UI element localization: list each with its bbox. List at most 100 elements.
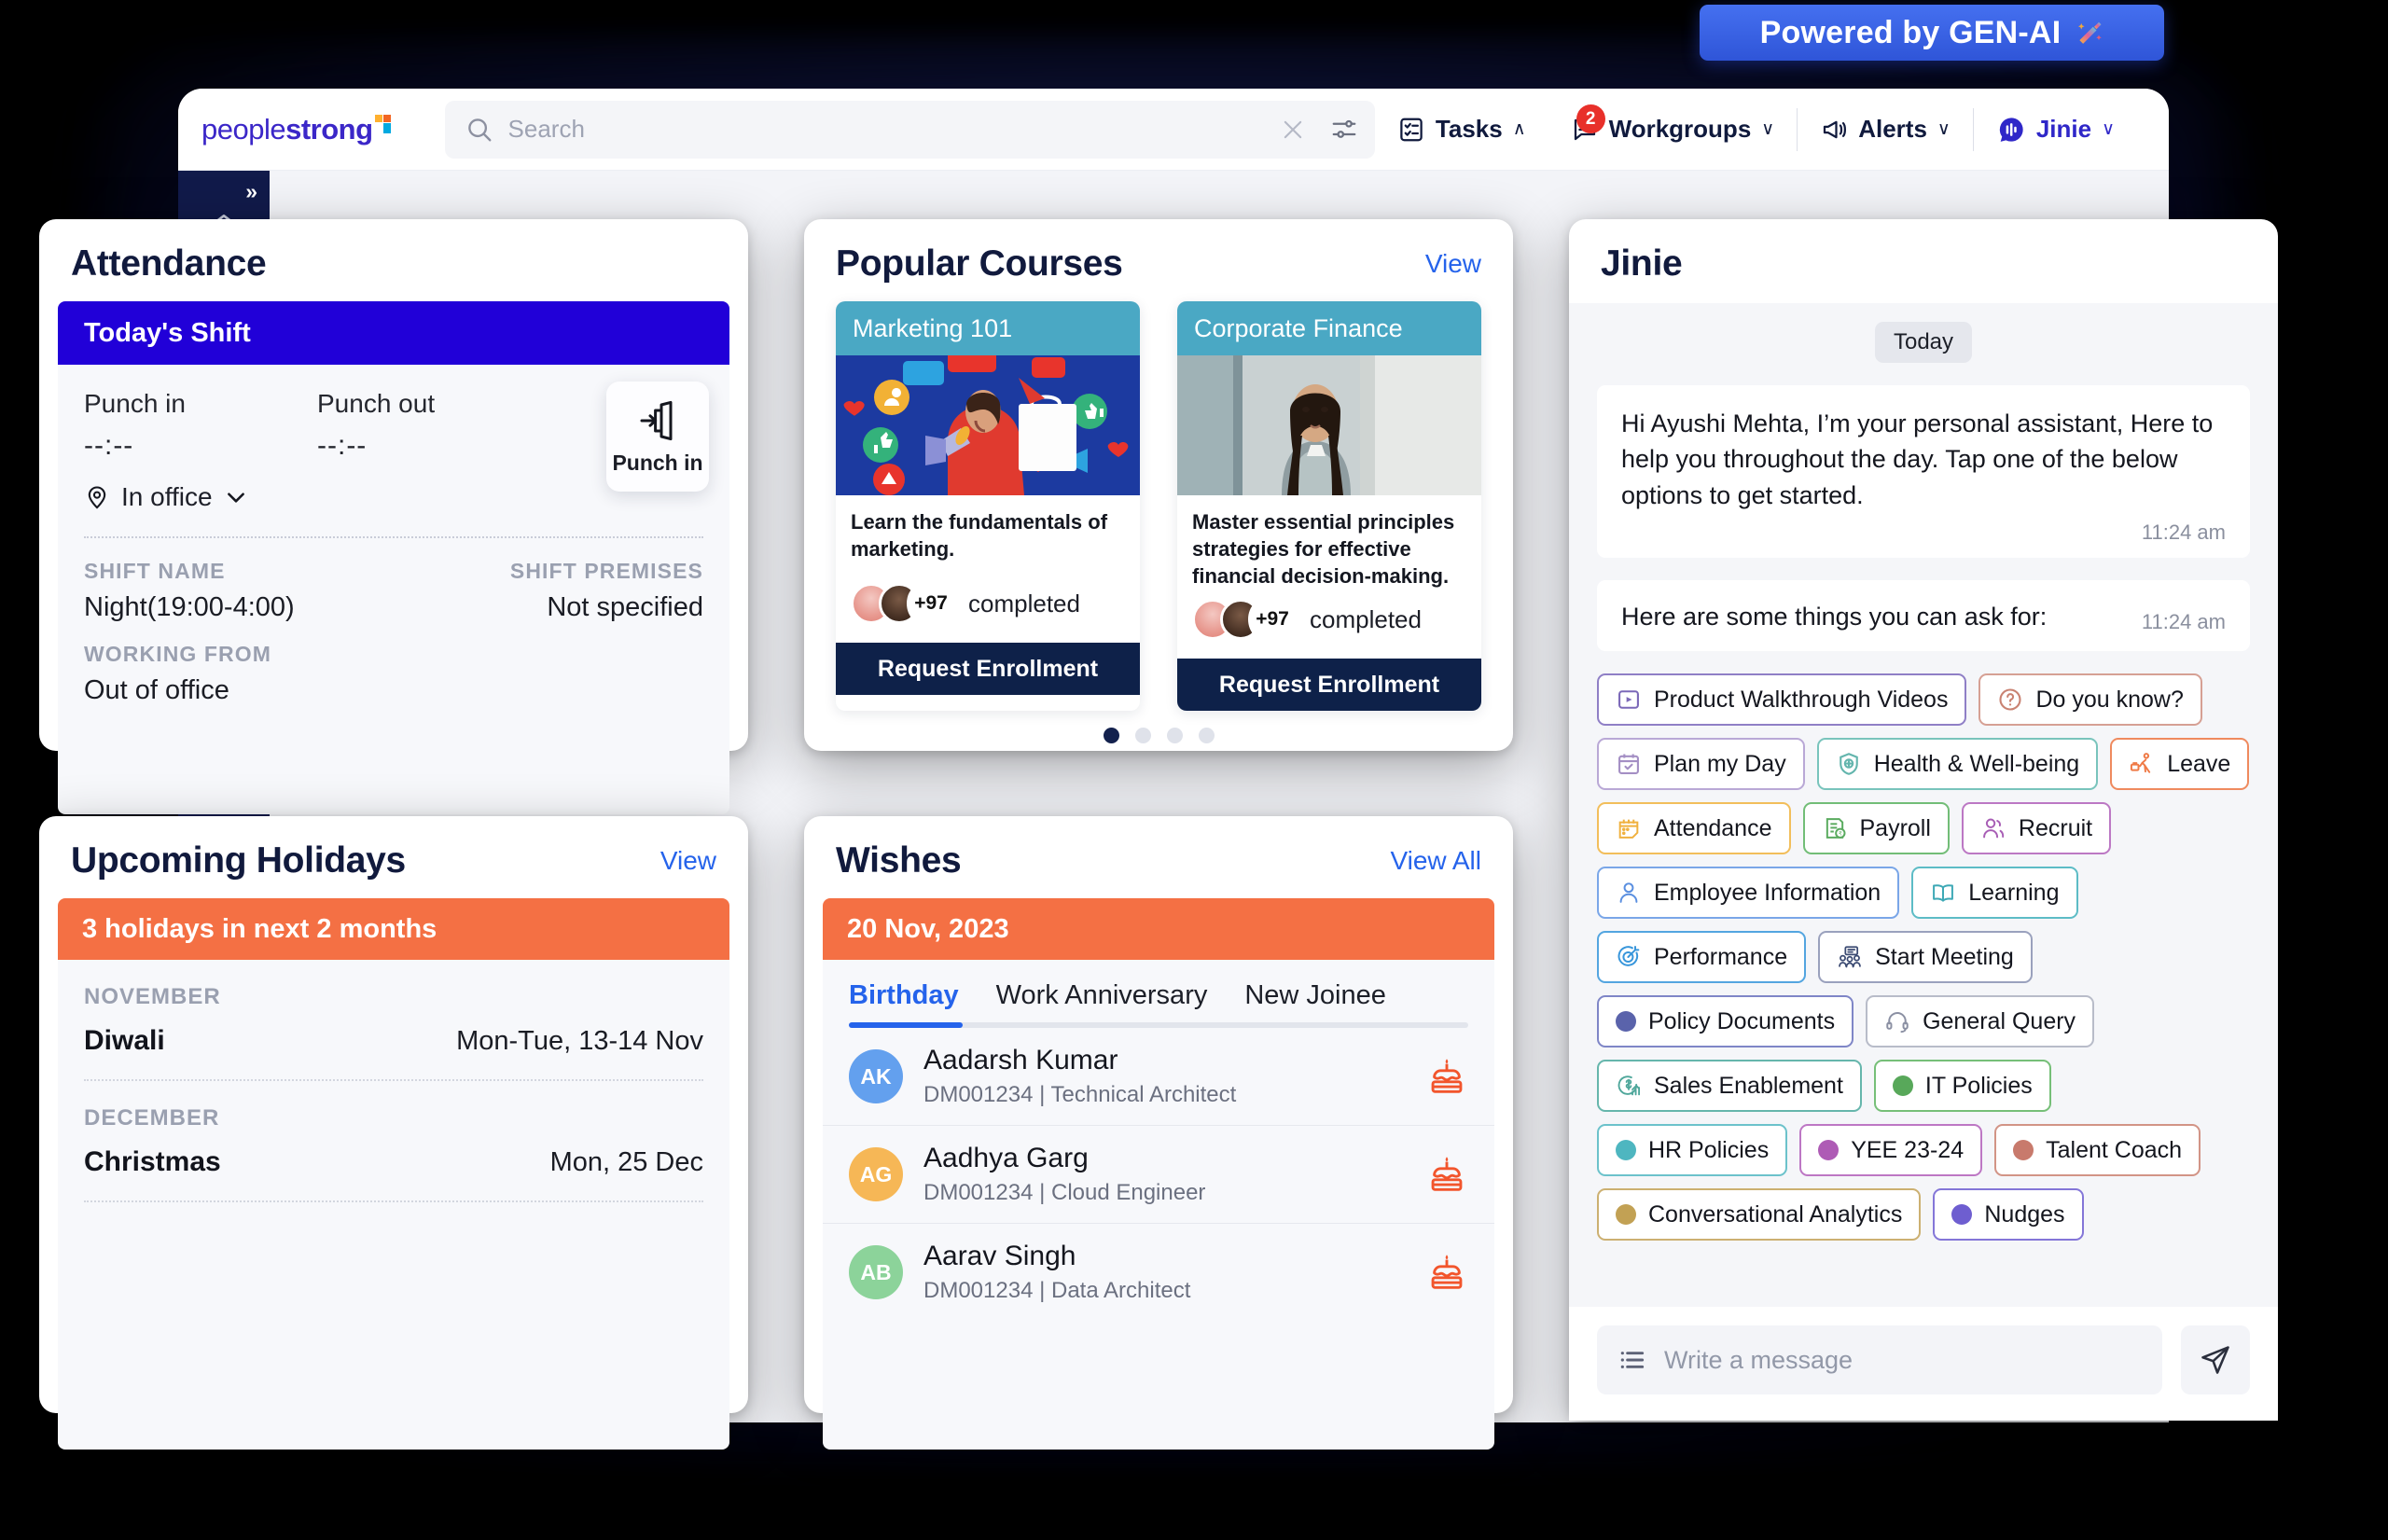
send-button[interactable]	[2181, 1325, 2250, 1394]
jinie-composer	[1569, 1307, 2278, 1421]
list-item[interactable]: AG Aadhya Garg DM001234 | Cloud Engineer	[823, 1126, 1494, 1224]
message-input-wrapper[interactable]	[1597, 1325, 2162, 1394]
workgroups-badge: 2	[1576, 104, 1605, 133]
nav-label-jinie: Jinie	[2035, 115, 2092, 143]
magic-wand-icon	[2076, 19, 2103, 47]
attendance-card-header: Attendance	[39, 219, 748, 301]
wishes-card-header: Wishes View All	[804, 816, 1513, 898]
chip-general-query[interactable]: General Query	[1866, 995, 2095, 1048]
chip-leave[interactable]: Leave	[2110, 738, 2250, 791]
shift-meta-row-1: SHIFT NAME Night(19:00-4:00) SHIFT PREMI…	[58, 538, 729, 623]
chip-payroll[interactable]: ₹ Payroll	[1802, 802, 1950, 855]
chip-hr-policies[interactable]: HR Policies	[1597, 1124, 1788, 1177]
carousel-dot[interactable]	[1166, 728, 1183, 744]
birthday-cake-icon[interactable]	[1425, 1251, 1468, 1294]
nav-item-workgroups[interactable]: 2 Workgroups ∨	[1548, 104, 1798, 144]
chip-label: Leave	[2167, 750, 2231, 777]
expand-sidebar-icon[interactable]: »	[245, 179, 257, 204]
course-name: Corporate Finance	[1194, 313, 1403, 342]
search-bar[interactable]	[444, 100, 1375, 159]
message-input[interactable]	[1664, 1345, 2142, 1375]
chip-recruit[interactable]: Recruit	[1961, 802, 2112, 855]
chip-sales-enablement[interactable]: Sales Enablement	[1597, 1060, 1862, 1113]
chat-message: Here are some things you can ask for: 11…	[1597, 579, 2250, 652]
chip-performance[interactable]: Performance	[1597, 931, 1807, 984]
people-plus-icon	[1980, 815, 2006, 841]
course-card[interactable]: Marketing 101 Learn the fundamentals of …	[836, 301, 1140, 712]
search-icon	[465, 116, 493, 144]
nav-item-jinie[interactable]: Jinie ∨	[1974, 115, 2137, 145]
clear-icon[interactable]	[1280, 117, 1306, 143]
avatar-stack: +97	[1192, 595, 1297, 645]
list-icon[interactable]	[1617, 1345, 1647, 1375]
request-enrollment-button[interactable]: Request Enrollment	[1177, 659, 1481, 712]
person-icon	[1616, 880, 1642, 906]
courses-view-link[interactable]: View	[1425, 249, 1481, 279]
wishes-view-all-link[interactable]: View All	[1390, 846, 1481, 876]
chevron-down-icon[interactable]	[224, 485, 248, 509]
avatar: AK	[849, 1049, 903, 1103]
holiday-date: Mon-Tue, 13-14 Nov	[456, 1025, 703, 1056]
punch-out-column: Punch out --:--	[317, 389, 550, 462]
chip-employee-information[interactable]: Employee Information	[1597, 867, 1900, 920]
tab-indicator	[849, 1022, 963, 1028]
carousel-dot[interactable]	[1103, 728, 1119, 744]
birthday-cake-icon[interactable]	[1425, 1153, 1468, 1196]
request-enrollment-button[interactable]: Request Enrollment	[836, 643, 1140, 695]
course-description: Master essential principles strategies f…	[1192, 510, 1455, 589]
list-item[interactable]: AK Aadarsh Kumar DM001234 | Technical Ar…	[823, 1028, 1494, 1126]
chip-yee-23-24[interactable]: YEE 23-24	[1799, 1124, 1983, 1177]
chip-label: Policy Documents	[1648, 1007, 1836, 1034]
chip-talent-coach[interactable]: Talent Coach	[1994, 1124, 2201, 1177]
chip-it-policies[interactable]: IT Policies	[1873, 1060, 2051, 1113]
tab-birthday[interactable]: Birthday	[849, 980, 959, 1022]
question-circle-icon	[1997, 687, 2023, 713]
working-from-value: Out of office	[84, 675, 229, 705]
tab-new-joinee[interactable]: New Joinee	[1244, 980, 1386, 1022]
course-description: Learn the fundamentals of marketing.	[851, 510, 1108, 562]
holidays-list: NOVEMBER Diwali Mon-Tue, 13-14 Nov DECEM…	[58, 960, 729, 1450]
nav-item-tasks[interactable]: Tasks ∧	[1375, 115, 1548, 144]
chip-nudges[interactable]: Nudges	[1933, 1188, 2084, 1242]
tab-work-anniversary[interactable]: Work Anniversary	[996, 980, 1208, 1022]
chip-attendance[interactable]: Attendance	[1597, 802, 1791, 855]
powered-by-label: Powered by GEN-AI	[1759, 14, 2062, 50]
chip-product-walkthrough-videos[interactable]: Product Walkthrough Videos	[1597, 673, 1967, 727]
chip-policy-documents[interactable]: Policy Documents	[1597, 995, 1854, 1048]
list-item[interactable]: AB Aarav Singh DM001234 | Data Architect	[823, 1224, 1494, 1321]
chip-plan-my-day[interactable]: Plan my Day	[1597, 738, 1805, 791]
open-book-icon	[1930, 880, 1956, 906]
location-pin-icon	[84, 484, 110, 510]
carousel-dots[interactable]	[804, 728, 1513, 744]
holidays-view-link[interactable]: View	[660, 846, 716, 876]
target-icon	[1616, 944, 1642, 970]
holiday-name: Diwali	[84, 1025, 165, 1056]
birthday-cake-icon[interactable]	[1425, 1055, 1468, 1098]
jinie-icon	[1996, 115, 2026, 145]
chip-learning[interactable]: Learning	[1911, 867, 2078, 920]
shift-premises-value: Not specified	[547, 592, 703, 622]
punch-in-button[interactable]: Punch in	[606, 382, 709, 492]
chip-start-meeting[interactable]: Start Meeting	[1818, 931, 2033, 984]
chip-label: Sales Enablement	[1654, 1072, 1843, 1099]
page-title-holidays: Upcoming Holidays	[71, 840, 406, 881]
filter-icon[interactable]	[1330, 116, 1358, 144]
course-completed-label: completed	[968, 589, 1080, 617]
carousel-dot[interactable]	[1134, 728, 1151, 744]
course-card[interactable]: Corporate Finance Master essential princ…	[1177, 301, 1481, 712]
chip-label: Payroll	[1859, 814, 1931, 841]
nav-item-alerts[interactable]: Alerts ∨	[1798, 115, 1973, 144]
chip-do-you-know[interactable]: Do you know?	[1978, 673, 2202, 727]
carousel-dot[interactable]	[1198, 728, 1215, 744]
nav-label-tasks: Tasks	[1435, 115, 1503, 143]
chip-conversational-analytics[interactable]: Conversational Analytics	[1597, 1188, 1922, 1242]
avatar-overflow-count: +97	[907, 579, 955, 628]
calendar-check-icon	[1616, 751, 1642, 777]
request-enrollment-label: Request Enrollment	[1218, 671, 1440, 698]
dot-icon	[1892, 1075, 1913, 1097]
chat-message: Hi Ayushi Mehta, I’m your personal assis…	[1597, 385, 2250, 558]
headset-icon	[1884, 1008, 1910, 1034]
search-input[interactable]	[507, 115, 1280, 144]
jinie-message-list: Today Hi Ayushi Mehta, I’m your personal…	[1569, 303, 2278, 1307]
chip-health-wellbeing[interactable]: Health & Well-being	[1816, 738, 2099, 791]
